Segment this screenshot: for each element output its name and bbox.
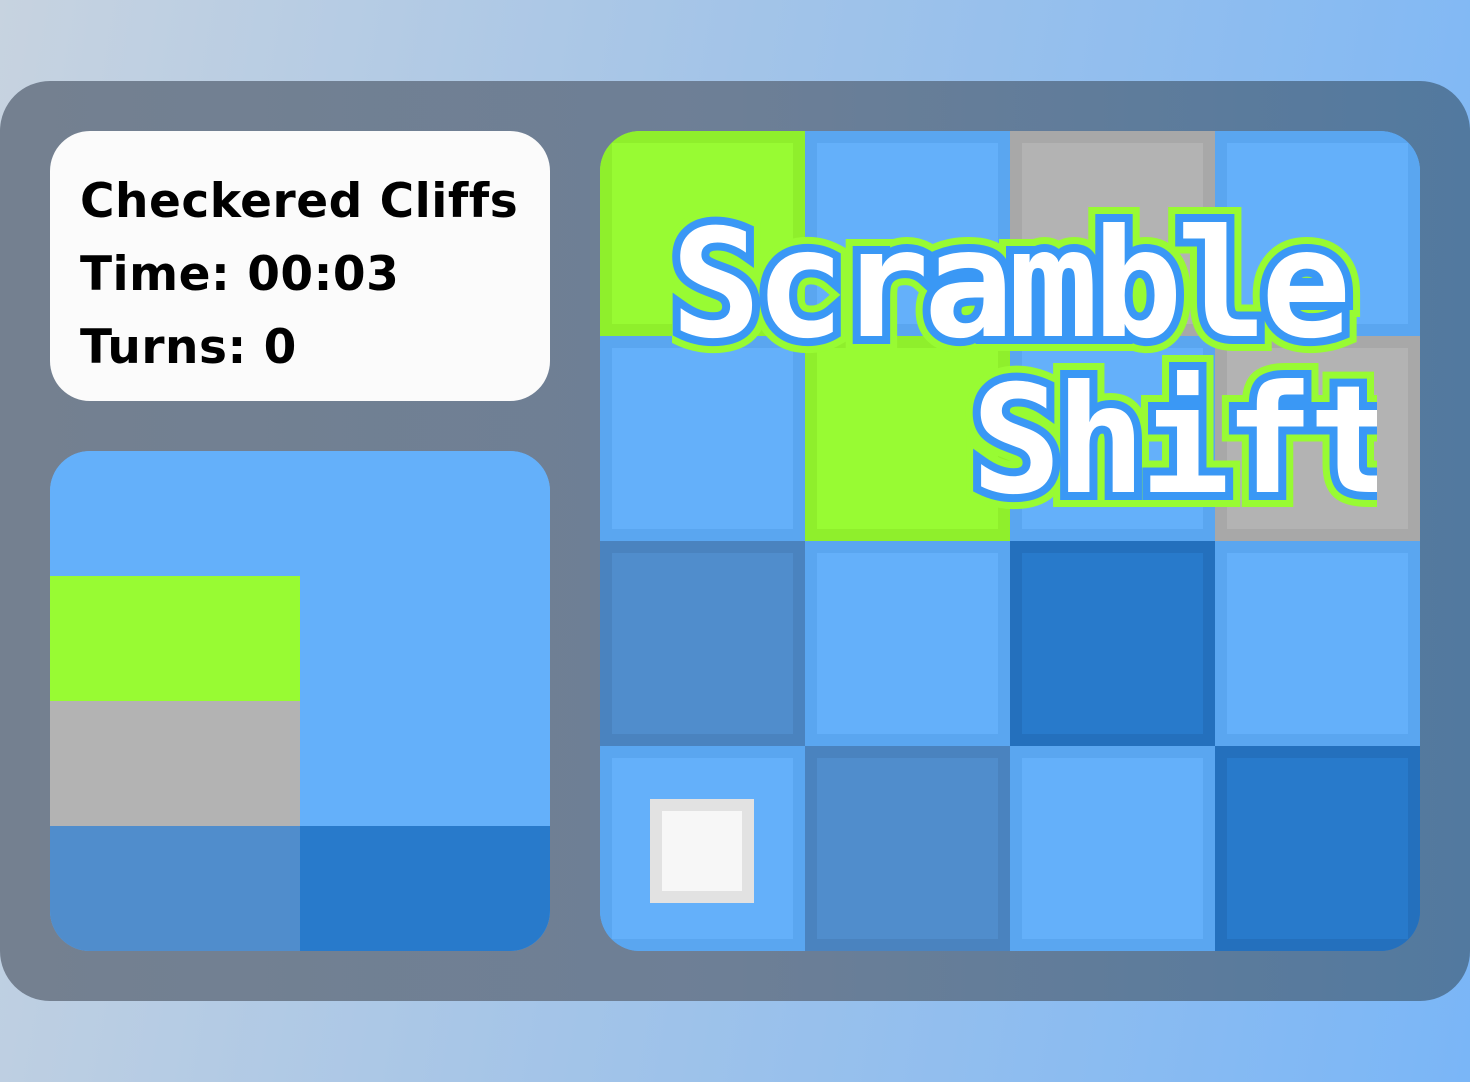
preview-cell <box>50 451 300 576</box>
board-tile[interactable] <box>1215 746 1420 951</box>
preview-cell <box>300 826 550 951</box>
board-tile[interactable] <box>1010 541 1215 746</box>
board-tile[interactable] <box>1010 746 1215 951</box>
time-value: 00:03 <box>247 247 400 302</box>
level-name: Checkered Cliffs <box>80 174 519 229</box>
time-label: Time: <box>80 247 231 302</box>
target-pattern-preview <box>50 451 550 951</box>
logo-line1: Scramble <box>672 198 1346 372</box>
board-tile[interactable] <box>1215 541 1420 746</box>
turns-label: Turns: <box>80 320 247 375</box>
board-tile[interactable] <box>805 541 1010 746</box>
board-tile[interactable] <box>600 541 805 746</box>
info-panel: Checkered Cliffs Time: 00:03 Turns: 0 <box>50 131 550 401</box>
preview-cell <box>50 826 300 951</box>
board-tile[interactable] <box>805 746 1010 951</box>
preview-cell <box>300 576 550 701</box>
timer: Time: 00:03 <box>80 238 550 311</box>
logo-line2: Shift <box>971 354 1377 511</box>
preview-cell <box>50 701 300 826</box>
turn-counter: Turns: 0 <box>80 311 550 384</box>
selection-cursor[interactable] <box>650 799 754 903</box>
preview-cell <box>300 451 550 576</box>
preview-cell <box>50 576 300 701</box>
turns-value: 0 <box>263 320 297 375</box>
preview-cell <box>300 701 550 826</box>
game-logo: Scramble Shift Scramble Shift Scramble S… <box>672 196 1377 511</box>
